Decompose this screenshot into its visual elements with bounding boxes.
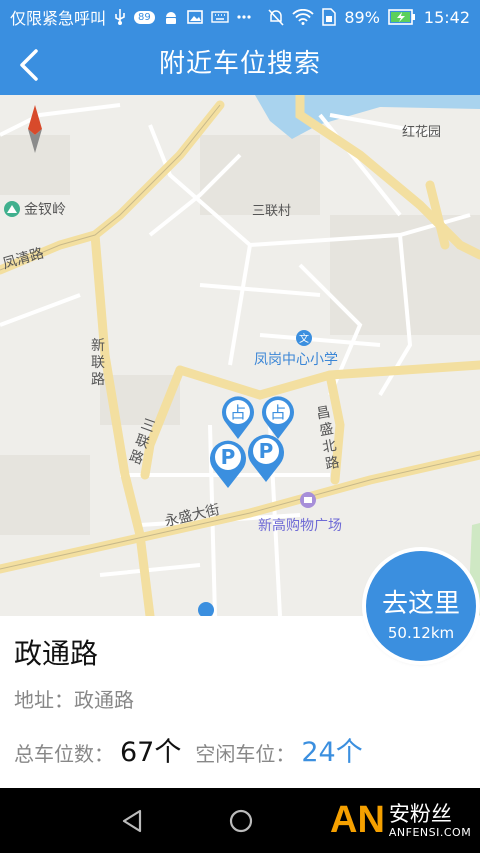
parking-marker-1[interactable]: P <box>208 438 248 490</box>
svg-text:文: 文 <box>299 332 309 345</box>
total-spaces-label: 总车位数： <box>14 742 114 766</box>
notification-badge: 89 <box>134 10 155 24</box>
sim-icon <box>322 8 337 26</box>
svg-text:P: P <box>259 439 274 463</box>
svg-text:占: 占 <box>230 403 246 422</box>
map-label-honghuayuan: 红花园 <box>402 125 442 140</box>
distance-label: 50.12km <box>387 624 455 642</box>
parking-lot-name: 政通路 <box>14 637 99 670</box>
svg-text:P: P <box>221 445 236 469</box>
app-bar: 附近车位搜索 <box>0 34 480 95</box>
watermark-brand: AN <box>330 798 385 841</box>
free-spaces-label: 空闲车位： <box>195 742 296 766</box>
svg-text:占: 占 <box>270 403 286 422</box>
watermark-logo: AN 安粉丝 ANFENSI.COM <box>330 792 471 848</box>
total-spaces-value: 67个 <box>120 737 182 768</box>
image-icon <box>186 10 203 24</box>
watermark-cn: 安粉丝 <box>388 801 452 826</box>
free-spaces-value: 24个 <box>301 737 363 768</box>
spaces-row: 总车位数： 67个 空闲车位： 24个 <box>14 730 363 769</box>
map-label-fenggang-school: 凤岗中心小学 <box>254 352 338 368</box>
carrier-text: 仅限紧急呼叫 <box>10 9 107 28</box>
map-base: 文 <box>0 95 480 616</box>
wifi-icon <box>292 9 314 25</box>
address-line: 地址：政通路 <box>14 684 134 713</box>
map-view[interactable]: 文 金钗岭 凤清路 红花园 三联村 新联路 凤岗中心小学 昌盛北路 三联路 永盛… <box>0 95 480 616</box>
address-value: 政通路 <box>74 688 134 712</box>
keyboard-icon <box>211 11 229 23</box>
navigate-here-button[interactable]: 去这里 50.12km <box>366 551 476 661</box>
nav-back-icon[interactable] <box>118 806 148 836</box>
usb-icon <box>115 9 125 25</box>
navigate-here-label: 去这里 <box>381 589 460 619</box>
mute-icon <box>268 9 284 26</box>
watermark-en: ANFENSI.COM <box>388 825 472 839</box>
battery-percent: 89% <box>344 7 380 27</box>
page-title: 附近车位搜索 <box>158 49 321 79</box>
battery-charging-icon <box>388 9 415 25</box>
status-bar: 仅限紧急呼叫 89 89% 15:42 <box>0 0 480 34</box>
map-label-jinzhailing: 金钗岭 <box>24 202 66 218</box>
map-label-xinlian-road: 新联路 <box>91 338 105 388</box>
map-label-sanlian-village: 三联村 <box>252 204 292 219</box>
nav-home-icon[interactable] <box>226 806 256 836</box>
clock-time: 15:42 <box>423 7 470 27</box>
address-label: 地址： <box>14 688 74 712</box>
android-icon <box>165 12 176 24</box>
map-label-xingao-mall: 新高购物广场 <box>258 518 342 534</box>
more-dots-icon <box>237 15 251 19</box>
parking-marker-2[interactable]: P <box>246 432 286 484</box>
